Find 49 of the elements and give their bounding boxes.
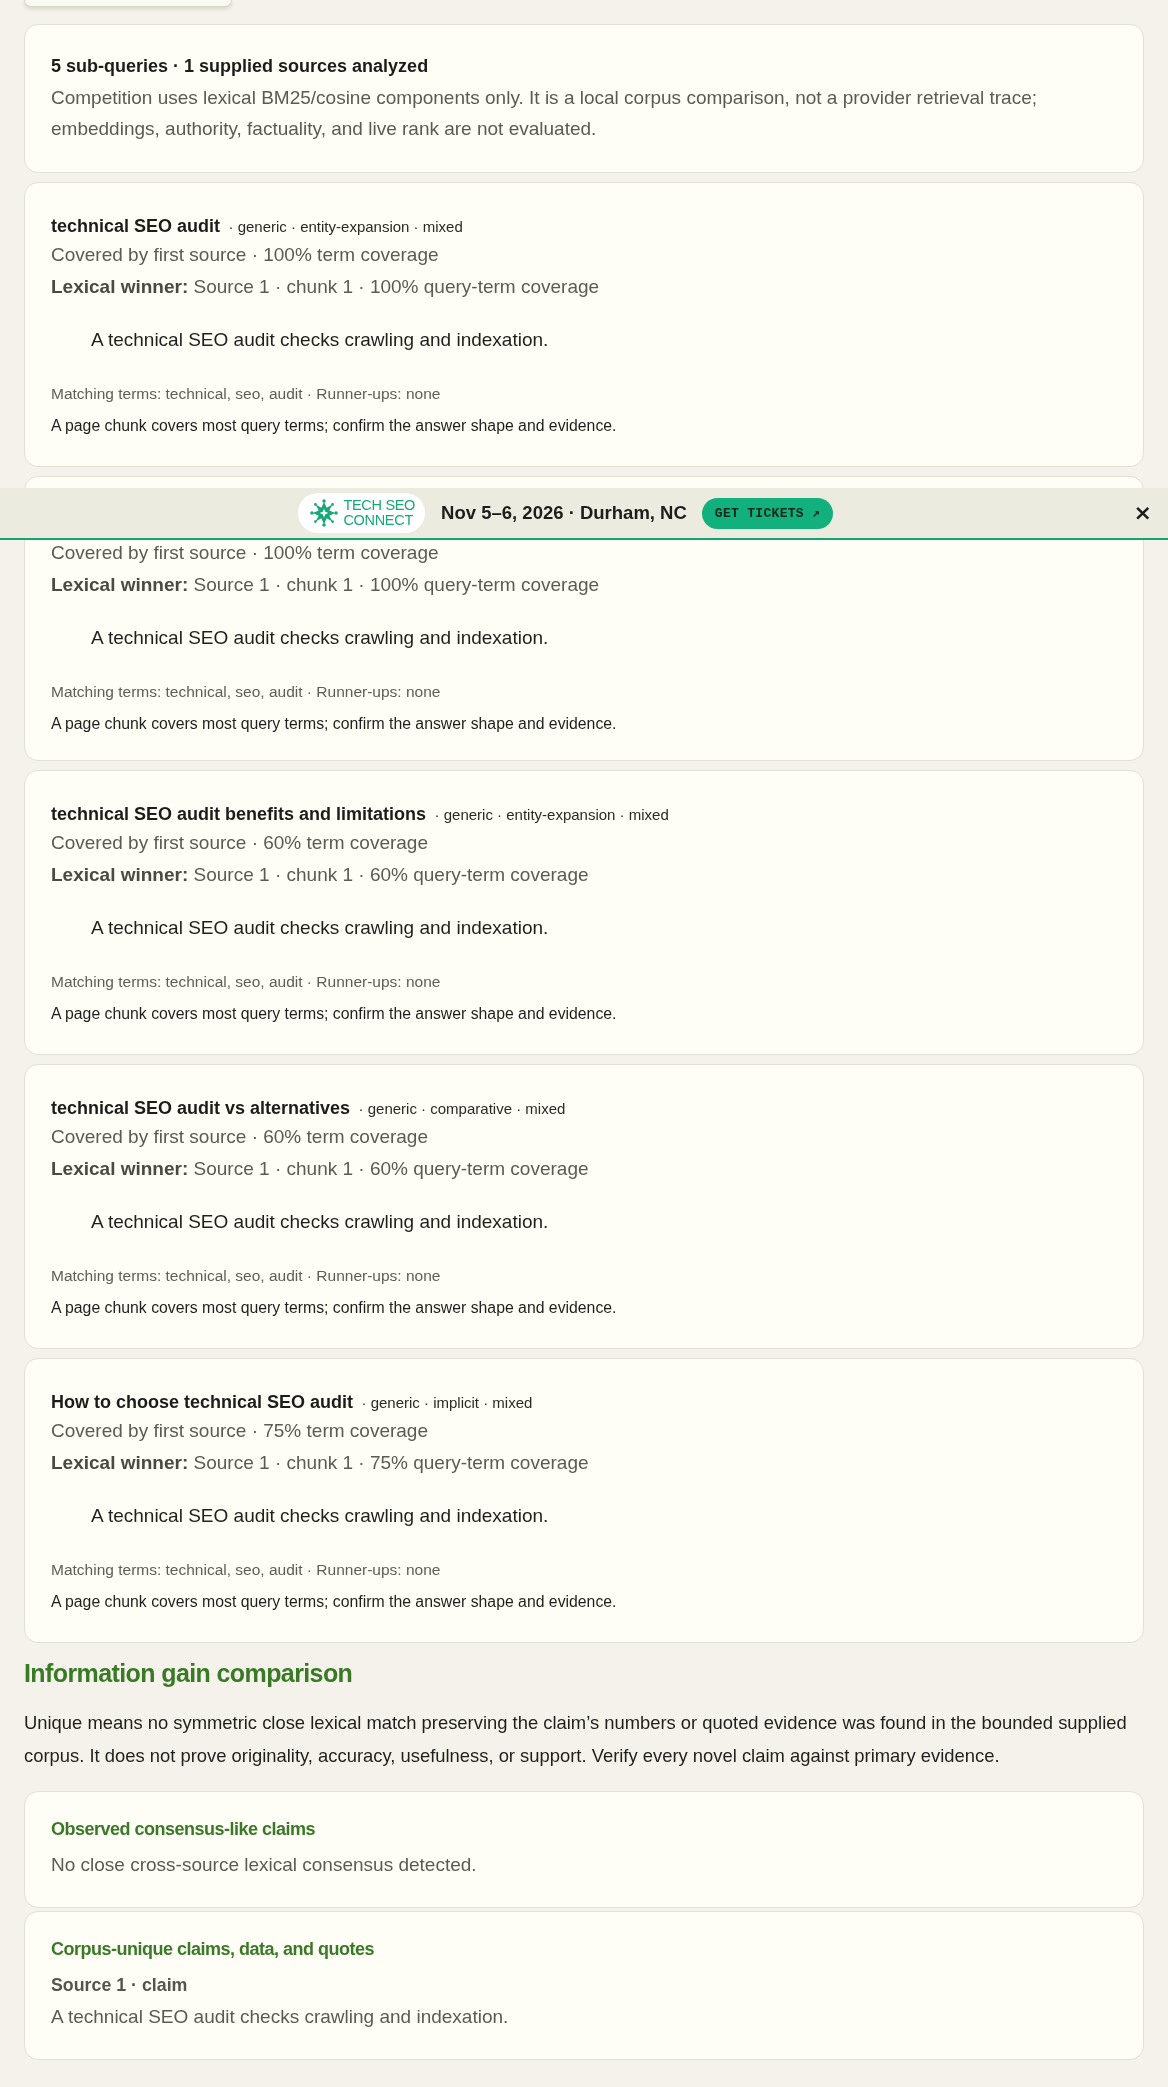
query-title: How to choose technical SEO audit: [51, 1392, 354, 1412]
query-title: technical SEO audit vs alternatives: [51, 1098, 351, 1118]
summary-text: Competition uses lexical BM25/cosine components only. It is a local corpus comparison, not a provider retrieval trace; embeddings, authority, factuality, and live rank are not evaluated.: [51, 86, 1038, 141]
note-text: A page chunk covers most query terms; confirm the answer shape and evidence.: [51, 1298, 617, 1318]
get-tickets-button[interactable]: GET TICKETS ↗: [701, 497, 834, 529]
query-title: technical SEO audit benefits and limitations: [51, 804, 427, 824]
summary-title: 5 sub-queries · 1 supplied sources analyzed: [51, 55, 429, 78]
quote-text: A technical SEO audit checks crawling and indexation.: [91, 1210, 549, 1234]
note-text: A page chunk covers most query terms; confirm the answer shape and evidence.: [51, 416, 617, 436]
note-text: A page chunk covers most query terms; confirm the answer shape and evidence.: [51, 1592, 617, 1612]
lexical-winner-text: Lexical winner: Source 1 · chunk 1 · 100% query-term coverage: [51, 275, 600, 299]
query-title: technical SEO audit: [51, 216, 221, 236]
panel-text: No close cross-source lexical consensus detected.: [51, 1853, 477, 1877]
close-button[interactable]: ×: [1131, 501, 1154, 525]
coverage-text: Covered by first source · 100% term coverage: [51, 243, 439, 267]
matching-terms-text: Matching terms: technical, seo, audit · Runner-ups: none: [51, 384, 441, 404]
quote-text: A technical SEO audit checks crawling and indexation.: [91, 626, 549, 650]
matching-terms-text: Matching terms: technical, seo, audit · Runner-ups: none: [51, 1560, 441, 1580]
quote-text: A technical SEO audit checks crawling and indexation.: [91, 1504, 549, 1528]
quote-text: A technical SEO audit checks crawling and indexation.: [91, 916, 549, 940]
note-text: A page chunk covers most query terms; confirm the answer shape and evidence.: [51, 714, 617, 734]
query-tags: · generic · comparative · mixed: [358, 1100, 566, 1117]
note-text: A page chunk covers most query terms; confirm the answer shape and evidence.: [51, 1004, 617, 1024]
matching-terms-text: Matching terms: technical, seo, audit · Runner-ups: none: [51, 972, 441, 992]
coverage-text: Covered by first source · 60% term coverage: [51, 1125, 428, 1149]
logo-text: TECH SEO: [343, 498, 416, 513]
lexical-winner-text: Lexical winner: Source 1 · chunk 1 · 60% query-term coverage: [51, 1157, 589, 1181]
logo-text: CONNECT: [343, 513, 414, 528]
coverage-text: Covered by first source · 100% term coverage: [51, 541, 439, 565]
section-text: Unique means no symmetric close lexical match preserving the claim’s numbers or quoted evidence was found in the bounded supplied corpus. It does not prove originality, accuracy, usefulness, or support. Verify every novel claim against primary evidence.: [24, 1711, 1128, 1768]
matching-terms-text: Matching terms: technical, seo, audit · Runner-ups: none: [51, 1266, 441, 1286]
lexical-winner-text: Lexical winner: Source 1 · chunk 1 · 75% query-term coverage: [51, 1451, 589, 1475]
lexical-winner-text: Lexical winner: Source 1 · chunk 1 · 100% query-term coverage: [51, 573, 600, 597]
lexical-winner-text: Lexical winner: Source 1 · chunk 1 · 60% query-term coverage: [51, 863, 589, 887]
coverage-text: Covered by first source · 60% term coverage: [51, 831, 428, 855]
claim-label: Source 1 · claim: [51, 1974, 188, 1997]
starburst-icon: [310, 499, 339, 527]
logo-badge[interactable]: TECH SEO CONNECT: [298, 493, 426, 533]
matching-terms-text: Matching terms: technical, seo, audit · Runner-ups: none: [51, 682, 441, 702]
query-tags: · generic · implicit · mixed: [361, 1394, 533, 1411]
coverage-text: Covered by first source · 75% term coverage: [51, 1419, 428, 1443]
section-heading: Information gain comparison: [24, 1658, 353, 1689]
quote-text: A technical SEO audit checks crawling and indexation.: [91, 328, 549, 352]
panel-title: Observed consensus-like claims: [51, 1818, 316, 1841]
claim-text: A technical SEO audit checks crawling and indexation.: [51, 2005, 509, 2029]
event-text: Nov 5–6, 2026 · Durham, NC: [441, 502, 687, 524]
query-tags: · generic · entity-expansion · mixed: [434, 806, 669, 823]
panel-title: Corpus-unique claims, data, and quotes: [51, 1938, 375, 1961]
query-tags: · generic · entity-expansion · mixed: [228, 218, 463, 235]
